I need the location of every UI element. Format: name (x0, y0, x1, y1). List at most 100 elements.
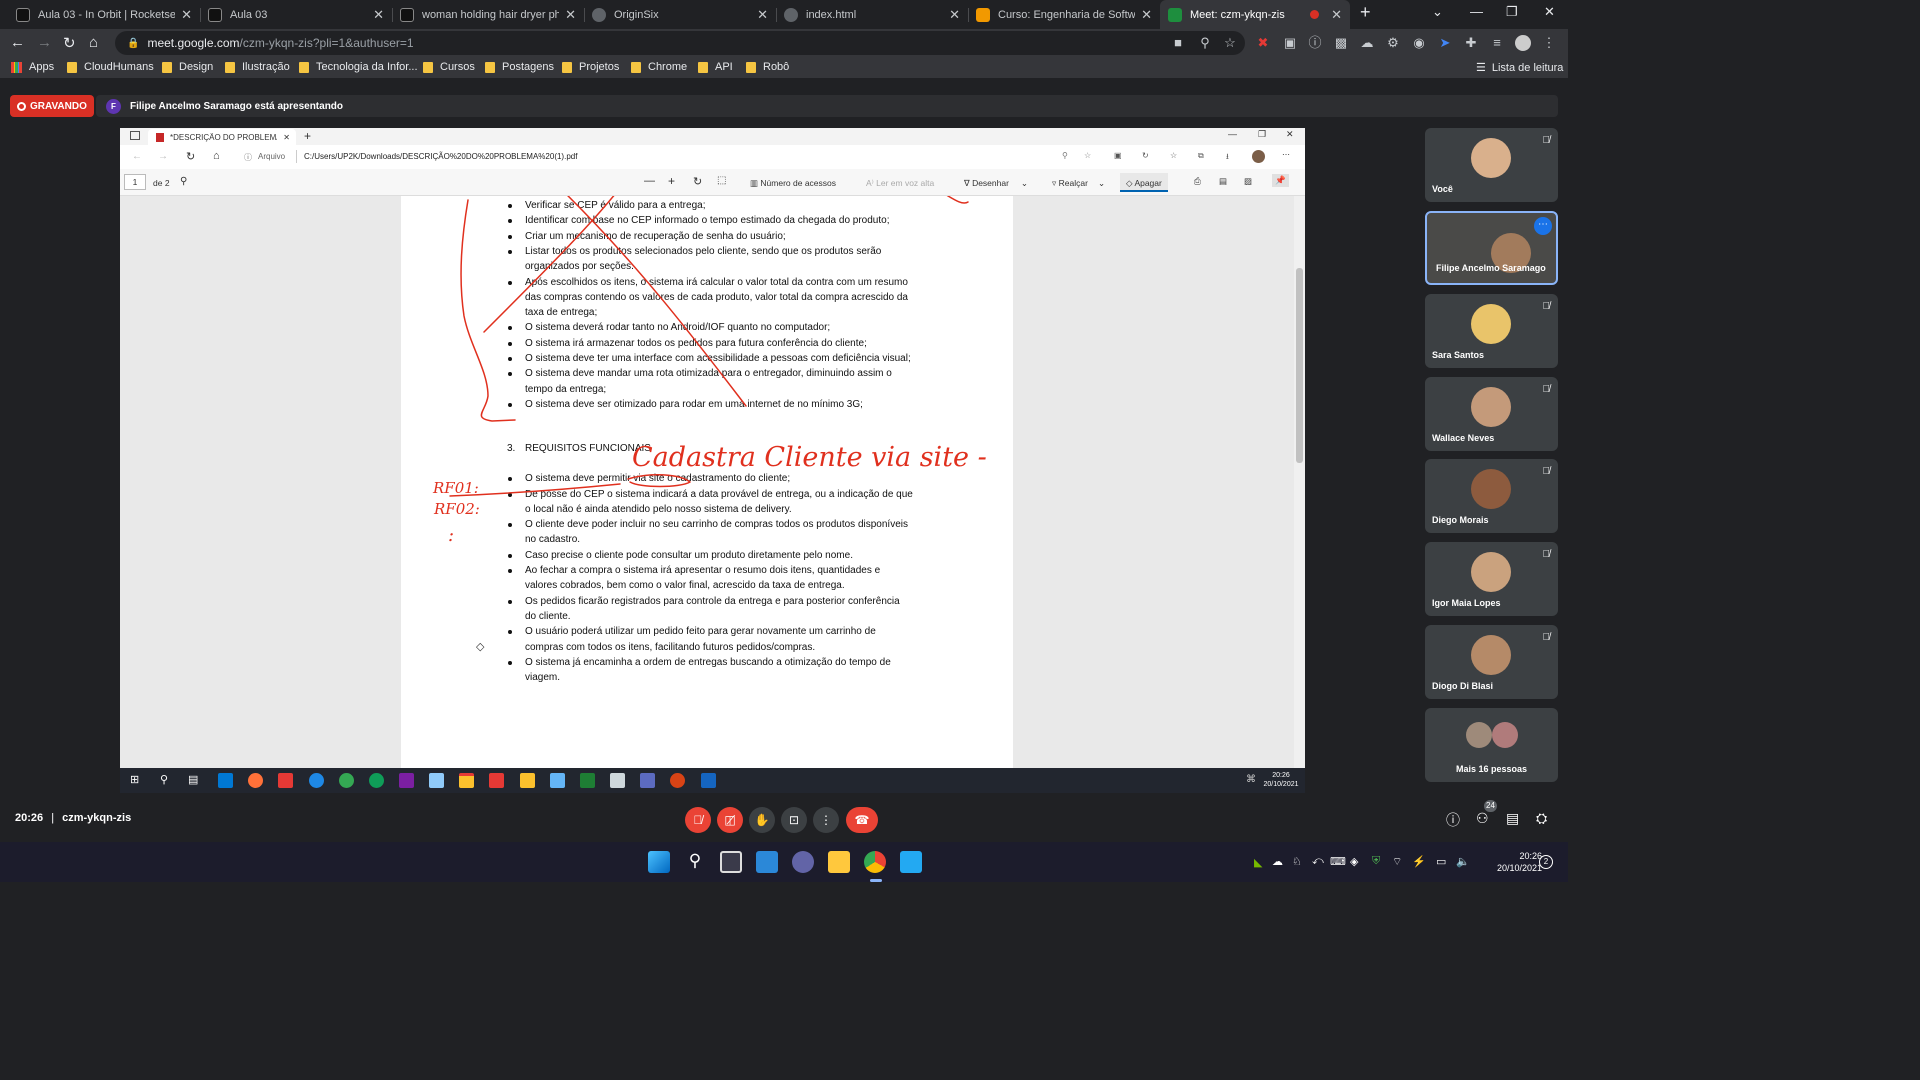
favorite-star-icon[interactable]: ☆ (1084, 151, 1091, 160)
teams-chat-icon[interactable] (792, 851, 814, 873)
fit-page-icon[interactable]: ⬚ (717, 175, 726, 186)
bookmark-folder[interactable]: Postagens (485, 61, 554, 73)
zoom-icon[interactable]: ⚲ (1062, 151, 1068, 160)
reading-list-button[interactable]: ☰ Lista de leitura (1476, 61, 1563, 75)
bookmark-star-icon[interactable]: ☆ (1222, 35, 1238, 51)
zoom-in-icon[interactable]: + (668, 174, 675, 188)
wifi-icon[interactable]: ⌔ (1392, 855, 1402, 869)
extension-icon[interactable]: ▣ (1114, 151, 1122, 160)
extension-icon[interactable]: ▩ (1333, 35, 1349, 51)
participant-tile[interactable]: 🎙̸ Diego Morais (1425, 459, 1558, 533)
minimize-button[interactable]: — (1228, 129, 1237, 139)
favorites-icon[interactable]: ☆ (1170, 151, 1177, 160)
tab-search-icon[interactable]: ⌄ (1432, 4, 1443, 20)
bookmark-folder[interactable]: Cursos (423, 61, 475, 73)
tab-aula[interactable]: Aula 03 ✕ (200, 0, 392, 29)
search-icon[interactable]: ⚲ (180, 176, 187, 187)
tab-rocketseat[interactable]: Aula 03 - In Orbit | Rocketseat ✕ (8, 0, 200, 29)
display-icon[interactable]: ▭ (1436, 855, 1446, 868)
tab-curso[interactable]: Curso: Engenharia de Software I ✕ (968, 0, 1160, 29)
minimize-button[interactable]: — (1470, 4, 1483, 19)
tab-originsix[interactable]: OriginSix ✕ (584, 0, 776, 29)
participant-tile[interactable]: 🎙̸ Wallace Neves (1425, 377, 1558, 451)
present-screen-button[interactable]: ⊡ (781, 807, 807, 833)
chevron-down-icon[interactable]: ⌄ (1098, 178, 1105, 188)
reload-icon[interactable]: ↻ (63, 34, 76, 52)
more-options-button[interactable]: ⋮ (813, 807, 839, 833)
restore-button[interactable]: ❐ (1258, 129, 1266, 140)
tab-meet[interactable]: Meet: czm-ykqn-zis ✕ (1160, 0, 1350, 29)
participant-tile[interactable]: 🎙̸ Você (1425, 128, 1558, 202)
bookmark-folder[interactable]: Tecnologia da Infor... (299, 61, 418, 73)
close-icon[interactable]: ✕ (283, 133, 290, 142)
shield-icon[interactable]: ⛨ (1372, 855, 1380, 868)
raise-hand-button[interactable]: ✋ (749, 807, 775, 833)
zoom-icon[interactable]: ⚲ (1197, 35, 1213, 51)
close-icon[interactable]: ✕ (565, 7, 576, 23)
extension-icon[interactable]: ⚙ (1385, 35, 1401, 51)
app-tray-icon[interactable]: ♘ (1292, 855, 1302, 868)
erase-button[interactable]: ◇ Apagar (1120, 173, 1168, 192)
tab-index[interactable]: index.html ✕ (776, 0, 968, 29)
chrome-icon[interactable] (864, 851, 886, 873)
close-icon[interactable]: ✕ (1141, 7, 1152, 23)
reload-icon[interactable]: ↻ (186, 150, 195, 163)
profile-avatar[interactable] (1515, 35, 1531, 51)
more-people-tile[interactable]: Mais 16 pessoas (1425, 708, 1558, 782)
back-icon[interactable]: ← (10, 34, 25, 51)
print-icon[interactable]: ⎙ (1194, 176, 1201, 187)
close-icon[interactable]: ✕ (181, 7, 192, 23)
bookmark-folder[interactable]: Ilustração (225, 61, 290, 73)
more-options-icon[interactable]: ⋯ (1534, 217, 1552, 235)
nvidia-icon[interactable]: ◣ (1254, 856, 1262, 869)
keyboard-icon[interactable]: ⌨ (1330, 855, 1346, 868)
bookmark-apps[interactable]: Apps (11, 61, 54, 73)
new-tab-button[interactable]: + (304, 129, 311, 143)
bookmark-folder[interactable]: API (698, 61, 733, 73)
highlight-button[interactable]: ▿ Realçar ⌄ (1052, 178, 1105, 189)
extension-icon[interactable]: ➤ (1437, 35, 1453, 51)
onedrive-icon[interactable]: ☁ (1272, 855, 1283, 868)
search-icon[interactable]: ⚲ (684, 851, 706, 873)
back-icon[interactable]: ← (132, 151, 142, 162)
bookmark-folder[interactable]: Design (162, 61, 213, 73)
meeting-info-icon[interactable]: ⓘ (1446, 810, 1460, 830)
close-window-button[interactable]: ✕ (1286, 129, 1294, 140)
camera-icon[interactable]: ■ (1170, 35, 1186, 51)
vscode-icon[interactable] (900, 851, 922, 873)
close-icon[interactable]: ✕ (757, 7, 768, 23)
camera-toggle-button[interactable]: ◫̸ (717, 807, 743, 833)
zoom-out-icon[interactable]: — (644, 175, 655, 187)
menu-icon[interactable]: ⋮ (1541, 35, 1557, 51)
steam-icon[interactable]: ◈ (1350, 855, 1358, 868)
close-icon[interactable]: ✕ (373, 7, 384, 23)
bookmark-folder[interactable]: Chrome (631, 61, 687, 73)
notification-badge[interactable]: 2 (1539, 855, 1553, 869)
tab-actions-icon[interactable] (130, 131, 140, 140)
tab-unsplash[interactable]: woman holding hair dryer photo ✕ (392, 0, 584, 29)
close-icon[interactable]: ✕ (1331, 7, 1342, 23)
close-icon[interactable]: ✕ (949, 7, 960, 23)
bookmark-folder[interactable]: Robô (746, 61, 789, 73)
edge-tab-pdf[interactable]: *DESCRIÇÃO DO PROBLEMA (1)... ✕ (148, 129, 296, 145)
profile-avatar[interactable] (1252, 150, 1265, 163)
extension-icon[interactable]: ✖ (1255, 35, 1271, 51)
downloads-icon[interactable]: ⭳ (1226, 151, 1229, 165)
chevron-down-icon[interactable]: ⌄ (1021, 178, 1028, 188)
pdf-scrollbar-thumb[interactable] (1296, 268, 1303, 463)
extension-icon[interactable]: ⓘ (1307, 35, 1323, 51)
forward-icon[interactable]: → (158, 151, 168, 162)
chat-icon[interactable]: ▤ (1506, 810, 1519, 827)
volume-icon[interactable]: 🔈 (1456, 855, 1470, 868)
read-aloud-button[interactable]: A⁾ Ler em voz alta (866, 178, 934, 189)
reading-list-icon[interactable]: ≡ (1489, 35, 1505, 51)
participant-tile[interactable]: 🎙̸ Sara Santos (1425, 294, 1558, 368)
rotate-icon[interactable]: ↻ (693, 175, 702, 188)
page-number-input[interactable]: 1 (124, 174, 146, 190)
system-clock[interactable]: 20:26 20/10/2021 (1478, 850, 1542, 874)
extension-icon[interactable]: ☁ (1359, 35, 1375, 51)
file-explorer-icon[interactable] (828, 851, 850, 873)
bookmark-folder[interactable]: CloudHumans (67, 61, 154, 73)
collections-icon[interactable]: ⧉ (1198, 151, 1204, 161)
task-view-icon[interactable] (720, 851, 742, 873)
